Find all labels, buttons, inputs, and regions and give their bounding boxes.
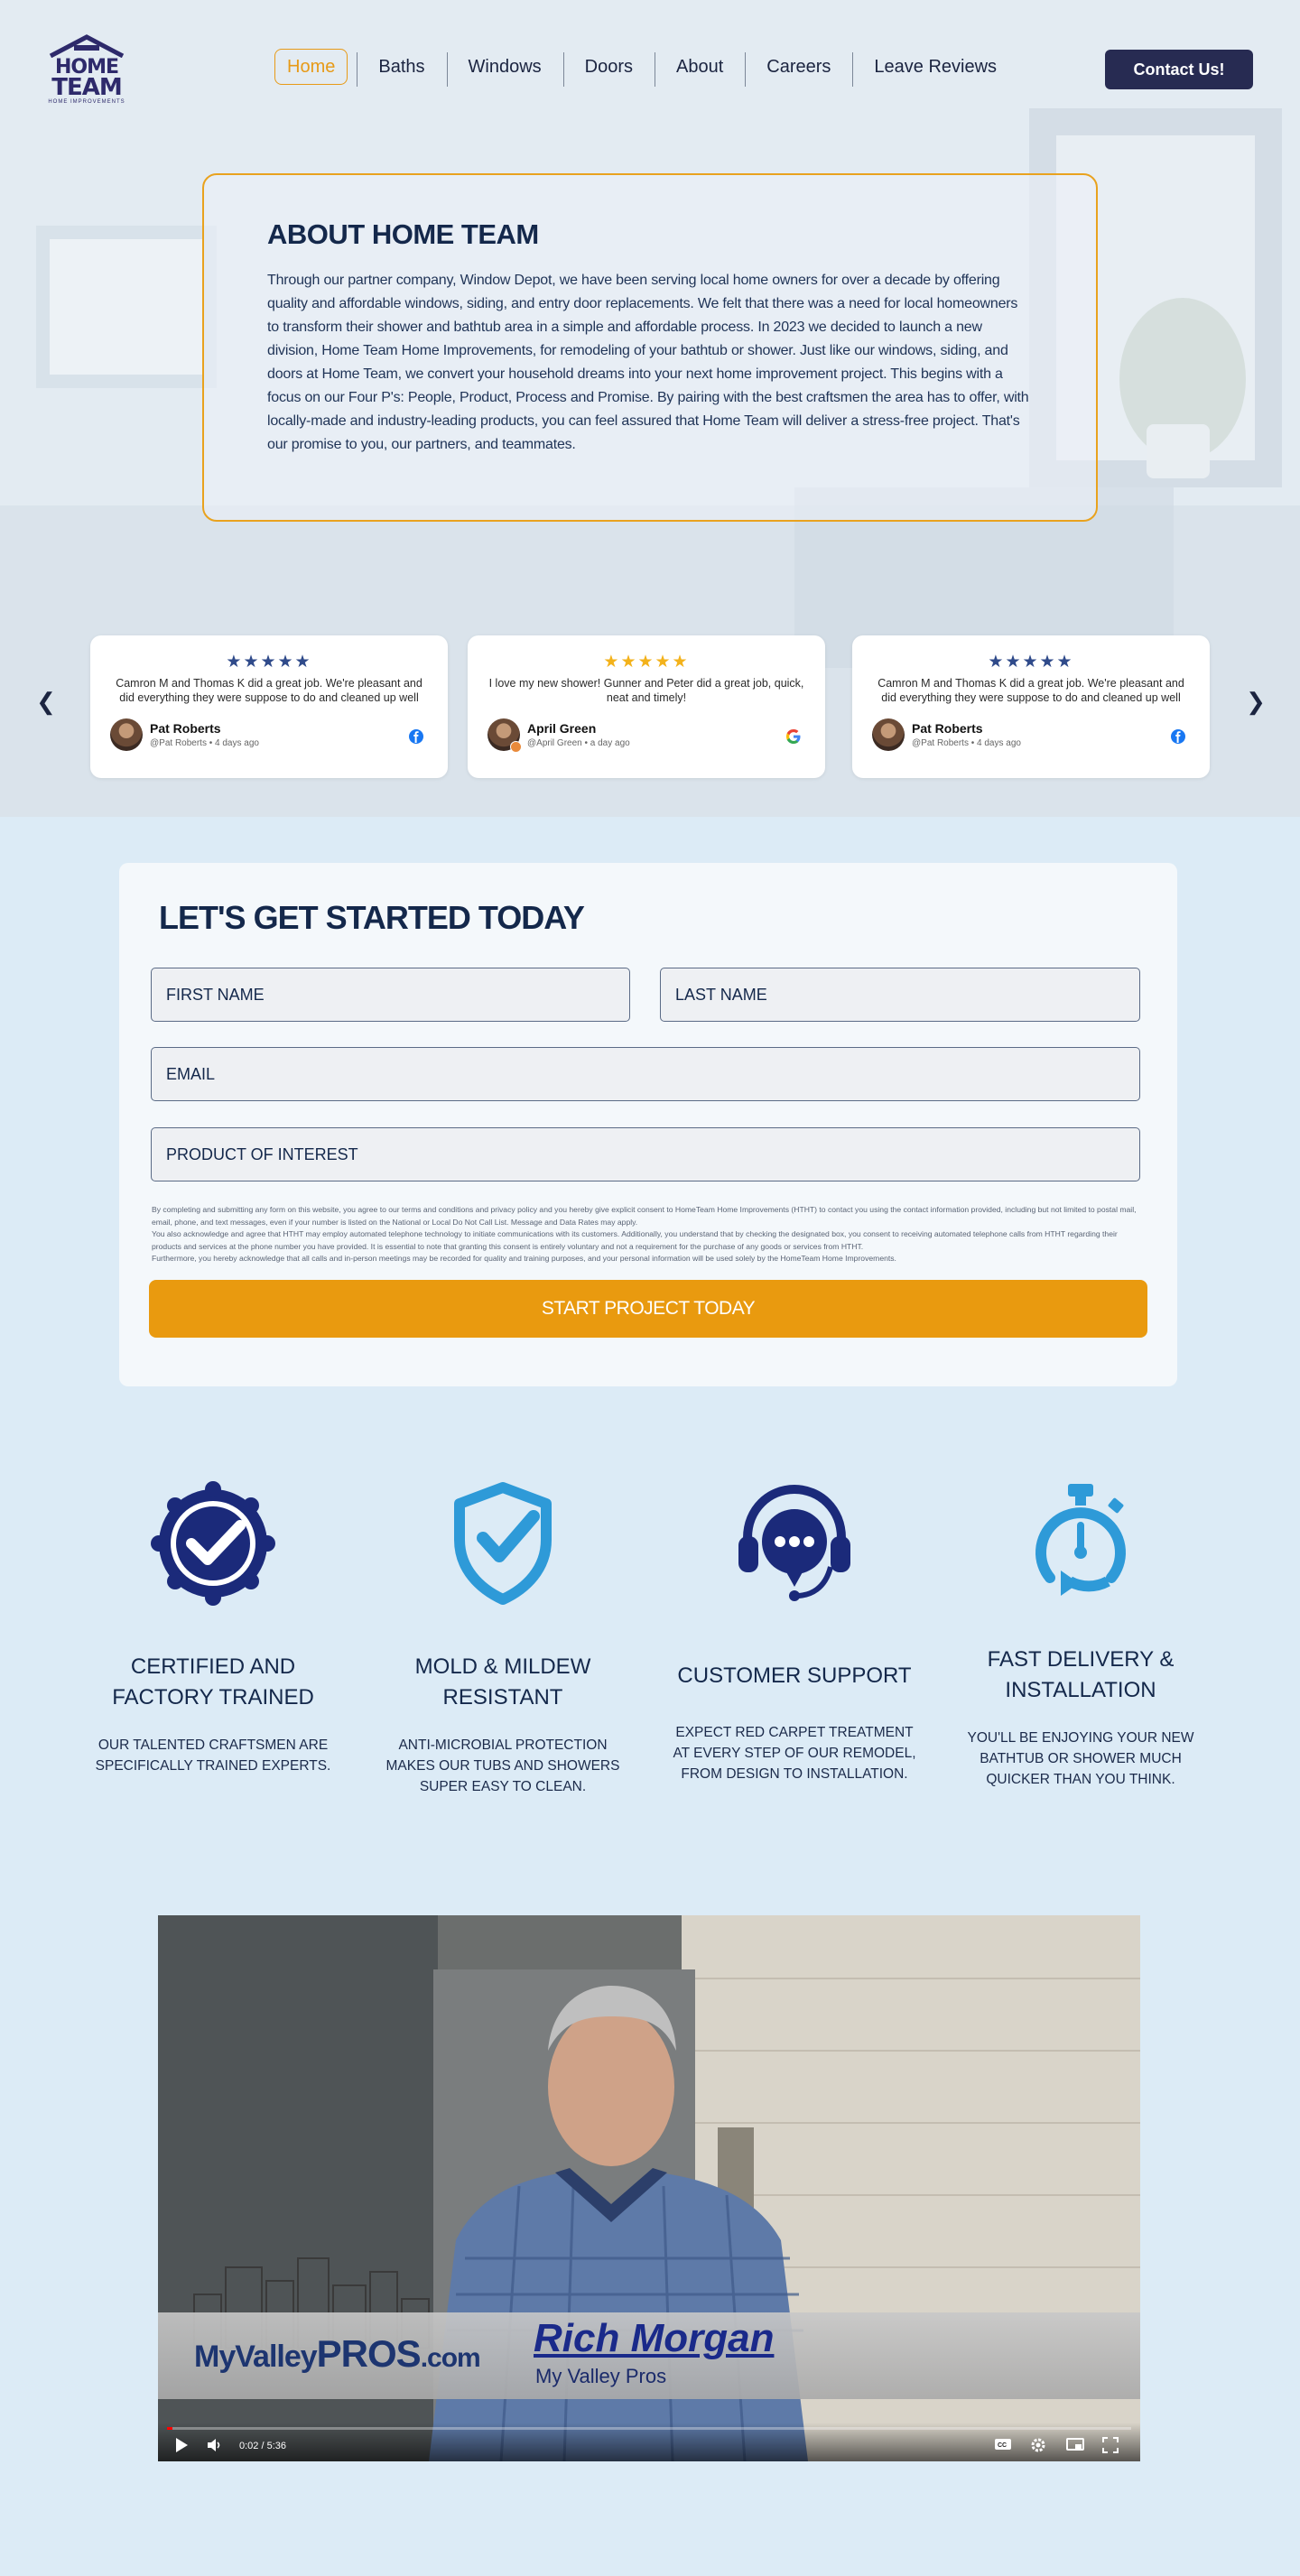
disclaimer-paragraph: By completing and submitting any form on… [152,1205,1137,1227]
captions-icon[interactable]: CC [994,2437,1012,2451]
product-of-interest-input[interactable] [151,1127,1140,1181]
avatar [488,718,522,753]
miniplayer-icon[interactable] [1066,2437,1084,2451]
feature-fast-delivery: FAST DELIVERY & INSTALLATION YOU'LL BE E… [950,1480,1212,1790]
reviews-carousel: ❮ ★★★★★ Camron M and Thomas K did a grea… [0,632,1300,781]
nav-item-windows[interactable]: Windows [446,51,563,87]
feature-customer-support: CUSTOMER SUPPORT EXPECT RED CARPET TREAT… [664,1480,925,1784]
video-progress-bar[interactable] [167,2427,1131,2430]
facebook-icon[interactable] [408,728,424,745]
about-body: Through our partner company, Window Depo… [267,273,1029,452]
reviewer-name: Pat Roberts [150,721,221,736]
nav-item-careers[interactable]: Careers [745,51,852,87]
nav-item-home[interactable]: Home [274,49,348,85]
reviewer-meta: @Pat Roberts • 4 days ago [912,738,1021,748]
volume-icon[interactable] [207,2437,223,2453]
feature-title: MOLD & MILDEW RESISTANT [414,1654,591,1710]
review-card: ★★★★★ Camron M and Thomas K did a great … [852,635,1210,778]
review-stars: ★★★★★ [226,653,312,672]
disclaimer-paragraph: You also acknowledge and agree that HTHT… [152,1229,1118,1251]
first-name-input[interactable] [151,968,630,1022]
video-progress-fill [167,2427,173,2430]
presenter-org: My Valley Pros [535,2365,667,2387]
logo-line-2: TEAM [51,74,123,101]
form-title: LET'S GET STARTED TODAY [159,899,585,936]
feature-desc: ANTI-MICROBIAL PROTECTION MAKES OUR TUBS… [385,1737,620,1794]
start-project-button[interactable]: START PROJECT TODAY [149,1280,1147,1338]
headset-chat-icon [738,1484,850,1601]
carousel-next-arrow-icon[interactable]: ❯ [1242,688,1269,715]
review-stars: ★★★★★ [603,653,690,672]
feature-title: CERTIFIED AND FACTORY TRAINED [112,1654,314,1710]
review-stars: ★★★★★ [988,653,1074,672]
feature-desc: OUR TALENTED CRAFTSMEN ARE SPECIFICALLY … [95,1737,331,1774]
review-card: ★★★★★ Camron M and Thomas K did a great … [90,635,448,778]
about-panel: ABOUT HOME TEAM Through our partner comp… [202,173,1098,522]
lead-form: LET'S GET STARTED TODAY By completing an… [119,863,1177,1386]
carousel-prev-arrow-icon[interactable]: ❮ [32,688,60,715]
stopwatch-icon [1035,1484,1126,1596]
presenter-name: Rich Morgan [534,2316,775,2360]
feature-title: FAST DELIVERY & INSTALLATION [987,1647,1175,1702]
shield-check-icon [454,1482,552,1605]
reviewer-meta: @April Green • a day ago [527,738,630,748]
reviewer-meta: @Pat Roberts • 4 days ago [150,738,259,748]
contact-us-button[interactable]: Contact Us! [1105,50,1253,89]
email-input[interactable] [151,1047,1140,1101]
svg-text:CC: CC [998,2442,1007,2449]
review-text: I love my new shower! Gunner and Peter d… [488,677,804,704]
nav-item-baths[interactable]: Baths [357,51,446,87]
last-name-input[interactable] [660,968,1140,1022]
video-brand: MyValleyPROS.com [194,2332,481,2376]
top-navigation: HOME TEAM HOME IMPROVEMENTS Home Baths W… [0,0,1300,135]
review-text: Camron M and Thomas K did a great job. W… [116,677,422,704]
feature-title: CUSTOMER SUPPORT [677,1663,912,1688]
house-roof-icon [49,34,125,58]
avatar-badge-icon [510,741,522,753]
play-icon[interactable] [174,2437,189,2453]
feature-certified: CERTIFIED AND FACTORY TRAINED OUR TALENT… [82,1480,344,1776]
about-title: ABOUT HOME TEAM [267,218,539,250]
avatar [872,718,905,751]
logo-tagline: HOME IMPROVEMENTS [48,99,125,105]
facebook-icon[interactable] [1170,728,1186,745]
home-team-logo[interactable]: HOME TEAM HOME IMPROVEMENTS [45,34,128,107]
main-menu: Home Baths Windows Doors About Careers L… [274,47,1018,87]
nav-item-doors[interactable]: Doors [562,51,655,87]
feature-desc: YOU'LL BE ENJOYING YOUR NEW BATHTUB OR S… [967,1730,1194,1787]
brand-prefix: MyValley [194,2340,318,2374]
nav-item-leave-reviews[interactable]: Leave Reviews [852,51,1018,87]
review-text: Camron M and Thomas K did a great job. W… [878,677,1184,704]
settings-gear-icon[interactable] [1030,2437,1046,2453]
reviewer-name: Pat Roberts [912,721,983,736]
brand-main: PROS [316,2332,422,2375]
certified-badge-icon [151,1481,275,1606]
reviewer: Pat Roberts @Pat Roberts • 4 days ago [110,718,259,751]
review-card: ★★★★★ I love my new shower! Gunner and P… [468,635,825,778]
consent-disclaimer: By completing and submitting any form on… [152,1204,1145,1265]
reviewer: Pat Roberts @Pat Roberts • 4 days ago [872,718,1021,751]
embedded-video-player[interactable]: MyValleyPROS.com Rich Morgan My Valley P… [158,1915,1140,2461]
hero-section: HOME TEAM HOME IMPROVEMENTS Home Baths W… [0,0,1300,817]
disclaimer-paragraph: Furthermore, you hereby acknowledge that… [152,1254,896,1263]
feature-desc: EXPECT RED CARPET TREATMENT AT EVERY STE… [673,1725,916,1782]
google-icon[interactable] [785,728,802,745]
video-lower-third: MyValleyPROS.com Rich Morgan My Valley P… [158,2312,1140,2399]
video-timestamp: 0:02 / 5:36 [239,2441,286,2451]
reviewer-name: April Green [527,721,597,736]
reviewer: April Green @April Green • a day ago [488,718,630,753]
fullscreen-icon[interactable] [1102,2437,1119,2453]
brand-suffix: .com [420,2343,481,2373]
avatar [110,718,143,751]
nav-item-about[interactable]: About [655,51,745,87]
feature-mold-resistant: MOLD & MILDEW RESISTANT ANTI-MICROBIAL P… [372,1480,634,1797]
